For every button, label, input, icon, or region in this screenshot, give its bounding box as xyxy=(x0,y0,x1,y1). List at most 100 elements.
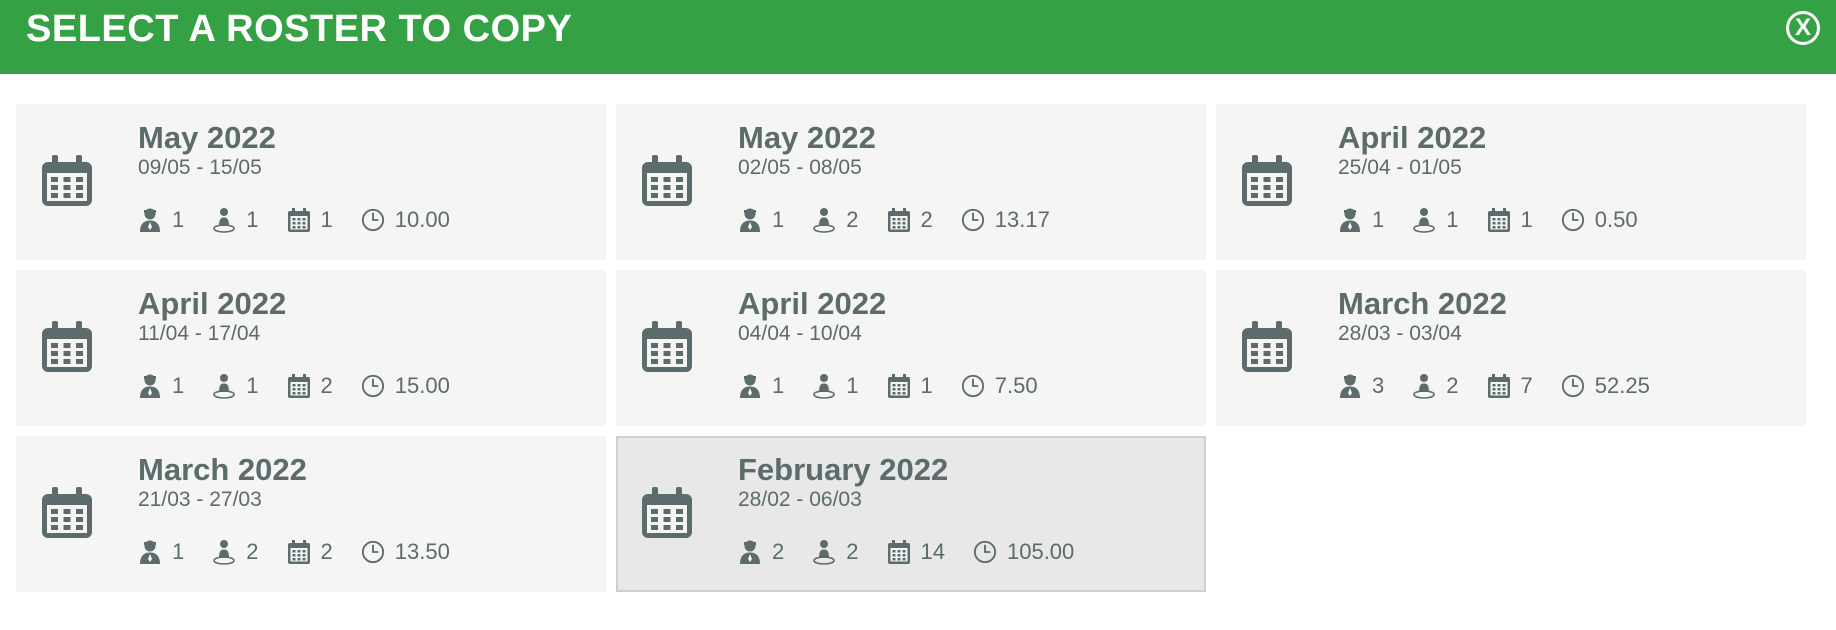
dialog-header: SELECT A ROSTER TO COPY X xyxy=(0,0,1836,74)
stat-staff-count: 1 xyxy=(138,539,184,565)
roster-month: April 2022 xyxy=(1338,120,1487,155)
stat-shift-count: 2 xyxy=(287,539,333,565)
roster-card[interactable]: March 2022 28/03 - 03/04 3 2 7 52.25 xyxy=(1216,270,1806,426)
stat-hours-total: 13.50 xyxy=(361,539,450,565)
roster-card[interactable]: April 2022 11/04 - 17/04 1 1 2 15.00 xyxy=(16,270,606,426)
location-count: 1 xyxy=(246,207,259,232)
calendar-icon xyxy=(38,318,96,376)
stat-location-count: 1 xyxy=(1412,207,1459,233)
location-count: 1 xyxy=(846,373,859,398)
stat-location-count: 1 xyxy=(812,373,859,399)
stat-staff-count: 3 xyxy=(1338,373,1384,399)
stat-location-count: 1 xyxy=(212,207,259,233)
hours-total: 10.00 xyxy=(394,207,450,232)
roster-month: March 2022 xyxy=(138,452,307,487)
roster-stats: 1 1 1 0.50 xyxy=(1338,205,1666,235)
calendar-icon xyxy=(638,152,696,210)
stat-staff-count: 2 xyxy=(738,539,784,565)
stat-staff-count: 1 xyxy=(138,373,184,399)
calendar-icon xyxy=(38,484,96,542)
shift-count: 2 xyxy=(320,373,333,398)
calendar-icon xyxy=(38,484,96,542)
hours-total: 7.50 xyxy=(994,373,1038,398)
stat-staff-count: 1 xyxy=(138,207,184,233)
clock-icon xyxy=(1561,373,1585,399)
stat-location-count: 2 xyxy=(812,207,859,233)
calendar-grid-icon xyxy=(887,539,911,565)
roster-date-range: 28/02 - 06/03 xyxy=(738,488,862,511)
roster-card[interactable]: April 2022 25/04 - 01/05 1 1 1 0.50 xyxy=(1216,104,1806,260)
staff-count: 1 xyxy=(172,207,185,232)
roster-stats: 1 1 2 15.00 xyxy=(138,371,478,401)
stat-shift-count: 7 xyxy=(1487,373,1533,399)
stat-hours-total: 105.00 xyxy=(973,539,1074,565)
close-button[interactable]: X xyxy=(1786,11,1820,45)
person-icon xyxy=(738,207,762,233)
person-location-icon xyxy=(812,373,836,399)
roster-month: April 2022 xyxy=(738,286,887,321)
stat-staff-count: 1 xyxy=(738,207,784,233)
roster-date-range: 28/03 - 03/04 xyxy=(1338,322,1462,345)
calendar-icon xyxy=(638,484,696,542)
roster-card[interactable]: May 2022 09/05 - 15/05 1 1 1 10.00 xyxy=(16,104,606,260)
person-location-icon xyxy=(812,207,836,233)
staff-count: 1 xyxy=(172,539,185,564)
calendar-icon xyxy=(638,484,696,542)
calendar-grid-icon xyxy=(287,539,311,565)
location-count: 1 xyxy=(1446,207,1459,232)
stat-hours-total: 15.00 xyxy=(361,373,450,399)
roster-date-range: 02/05 - 08/05 xyxy=(738,156,862,179)
roster-month: May 2022 xyxy=(138,120,276,155)
clock-icon xyxy=(973,539,997,565)
roster-card[interactable]: February 2022 28/02 - 06/03 2 2 14 105.00 xyxy=(616,436,1206,592)
calendar-icon xyxy=(38,152,96,210)
shift-count: 7 xyxy=(1520,373,1533,398)
stat-hours-total: 10.00 xyxy=(361,207,450,233)
stat-shift-count: 14 xyxy=(887,539,945,565)
roster-month: March 2022 xyxy=(1338,286,1507,321)
staff-count: 1 xyxy=(772,373,785,398)
shift-count: 1 xyxy=(1520,207,1533,232)
roster-date-range: 09/05 - 15/05 xyxy=(138,156,262,179)
hours-total: 0.50 xyxy=(1594,207,1638,232)
location-count: 2 xyxy=(246,539,259,564)
shift-count: 2 xyxy=(920,207,933,232)
stat-location-count: 1 xyxy=(212,373,259,399)
location-count: 2 xyxy=(846,207,859,232)
location-count: 2 xyxy=(1446,373,1459,398)
person-location-icon xyxy=(812,539,836,565)
clock-icon xyxy=(361,373,385,399)
clock-icon xyxy=(1561,207,1585,233)
stat-shift-count: 2 xyxy=(887,207,933,233)
calendar-grid-icon xyxy=(287,207,311,233)
location-count: 1 xyxy=(246,373,259,398)
stat-location-count: 2 xyxy=(812,539,859,565)
person-icon xyxy=(738,539,762,565)
roster-card[interactable]: May 2022 02/05 - 08/05 1 2 2 13.17 xyxy=(616,104,1206,260)
calendar-icon xyxy=(638,318,696,376)
roster-card[interactable]: March 2022 21/03 - 27/03 1 2 2 13.50 xyxy=(16,436,606,592)
roster-stats: 1 1 1 10.00 xyxy=(138,205,478,235)
calendar-grid-icon xyxy=(1487,373,1511,399)
shift-count: 1 xyxy=(920,373,933,398)
calendar-icon xyxy=(1238,318,1296,376)
roster-date-range: 21/03 - 27/03 xyxy=(138,488,262,511)
person-icon xyxy=(138,207,162,233)
stat-location-count: 2 xyxy=(212,539,259,565)
roster-stats: 1 1 1 7.50 xyxy=(738,371,1066,401)
calendar-icon xyxy=(38,152,96,210)
roster-month: April 2022 xyxy=(138,286,287,321)
roster-date-range: 25/04 - 01/05 xyxy=(1338,156,1462,179)
stat-shift-count: 1 xyxy=(287,207,333,233)
stat-staff-count: 1 xyxy=(738,373,784,399)
hours-total: 13.17 xyxy=(994,207,1050,232)
stat-shift-count: 1 xyxy=(1487,207,1533,233)
calendar-icon xyxy=(638,318,696,376)
staff-count: 1 xyxy=(1372,207,1385,232)
stat-hours-total: 0.50 xyxy=(1561,207,1638,233)
staff-count: 1 xyxy=(172,373,185,398)
calendar-icon xyxy=(638,152,696,210)
stat-shift-count: 1 xyxy=(887,373,933,399)
calendar-grid-icon xyxy=(1487,207,1511,233)
roster-card[interactable]: April 2022 04/04 - 10/04 1 1 1 7.50 xyxy=(616,270,1206,426)
